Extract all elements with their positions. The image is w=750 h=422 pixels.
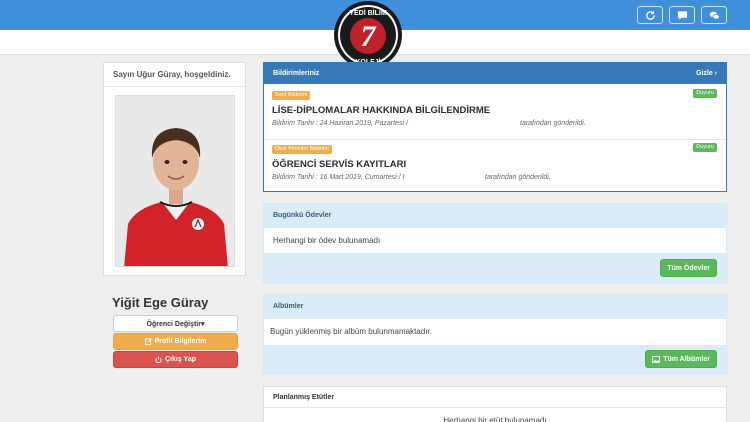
notification-meta: Bildirim Tarihi : 16 Mart 2019, Cumartes… (272, 174, 405, 181)
notification-sender: tarafından gönderildi. (520, 120, 586, 127)
notification-type-badge: Duyuru (693, 143, 717, 152)
notification-category-tag: Okul Yönetim Bildirimi (272, 145, 332, 154)
notification-title[interactable]: LİSE-DİPLOMALAR HAKKINDA BİLGİLENDİRME (272, 105, 490, 116)
planned-studies-header: Planlanmış Etütler (264, 387, 726, 408)
student-avatar-image (116, 96, 234, 266)
message-icon (677, 10, 687, 20)
image-icon (652, 355, 661, 363)
albums-panel: Albümler Bugün yüklenmiş bir albüm bulun… (263, 294, 727, 374)
notification-type-badge: Duyuru (693, 89, 717, 98)
notification-meta: Bildirim Tarihi : 24 Haziran 2019, Pazar… (272, 120, 408, 127)
notifications-panel: Bildirimleriniz Gizle › Sınıf Bildirimi … (263, 62, 727, 192)
all-albums-label: Tüm Albümler (663, 355, 710, 363)
all-homework-button[interactable]: Tüm Ödevler (660, 259, 717, 277)
notification-title[interactable]: ÖĞRENCİ SERVİS KAYITLARI (272, 159, 406, 170)
logout-button[interactable]: Çıkış Yap (113, 351, 238, 368)
homework-header: Bugünkü Ödevler (264, 204, 726, 228)
notification-category-tag: Sınıf Bildirimi (272, 91, 311, 100)
profile-button[interactable]: Profil Bilgilerim (113, 333, 238, 350)
notification-sender: tarafından gönderildi. (485, 174, 551, 181)
switch-student-label: Öğrenci Değiştir▾ (146, 320, 205, 328)
notification-item[interactable]: Okul Yönetim Bildirimi Duyuru ÖĞRENCİ SE… (264, 139, 726, 189)
student-photo (115, 95, 235, 267)
switch-student-dropdown[interactable]: Öğrenci Değiştir▾ (113, 315, 238, 332)
edit-icon (144, 338, 152, 345)
greeting-text: Sayın Uğur Güray, hoşgeldiniz. (104, 63, 245, 87)
profile-button-label: Profil Bilgilerim (154, 338, 207, 345)
chat-button[interactable] (701, 6, 727, 24)
refresh-button[interactable] (637, 6, 663, 24)
homework-footer: Tüm Ödevler (264, 253, 726, 283)
notifications-title: Bildirimleriniz (273, 70, 320, 77)
hide-notifications-link[interactable]: Gizle › (696, 70, 717, 77)
messages-button[interactable] (669, 6, 695, 24)
planned-studies-panel: Planlanmış Etütler Herhangi bir etüt bul… (263, 386, 727, 422)
albums-empty-text: Bugün yüklenmiş bir albüm bulunmamaktadı… (270, 327, 432, 336)
all-albums-button[interactable]: Tüm Albümler (645, 350, 717, 368)
logo-top-text: YEDİ BİLİM (349, 9, 387, 17)
all-homework-label: Tüm Ödevler (667, 264, 710, 272)
notifications-header: Bildirimleriniz Gizle › (264, 63, 726, 84)
planned-studies-empty-text: Herhangi bir etüt bulunamadı (443, 416, 547, 422)
homework-empty-text: Herhangi bir ödev bulunamadı (273, 236, 381, 245)
student-name: Yiğit Ege Güray (112, 295, 209, 310)
user-profile-card: Sayın Uğur Güray, hoşgeldiniz. (103, 62, 246, 276)
logout-button-label: Çıkış Yap (164, 356, 196, 363)
albums-footer: Tüm Albümler (264, 345, 726, 373)
homework-panel: Bugünkü Ödevler Herhangi bir ödev buluna… (263, 203, 727, 284)
chat-icon (709, 11, 720, 20)
school-logo[interactable]: YEDİ BİLİM 7 KOLEJİ (333, 0, 403, 70)
notification-item[interactable]: Sınıf Bildirimi Duyuru LİSE-DİPLOMALAR H… (264, 86, 726, 136)
power-icon (155, 356, 162, 363)
albums-header: Albümler (264, 295, 726, 319)
logo-numeral: 7 (361, 20, 377, 53)
refresh-icon (645, 10, 655, 20)
